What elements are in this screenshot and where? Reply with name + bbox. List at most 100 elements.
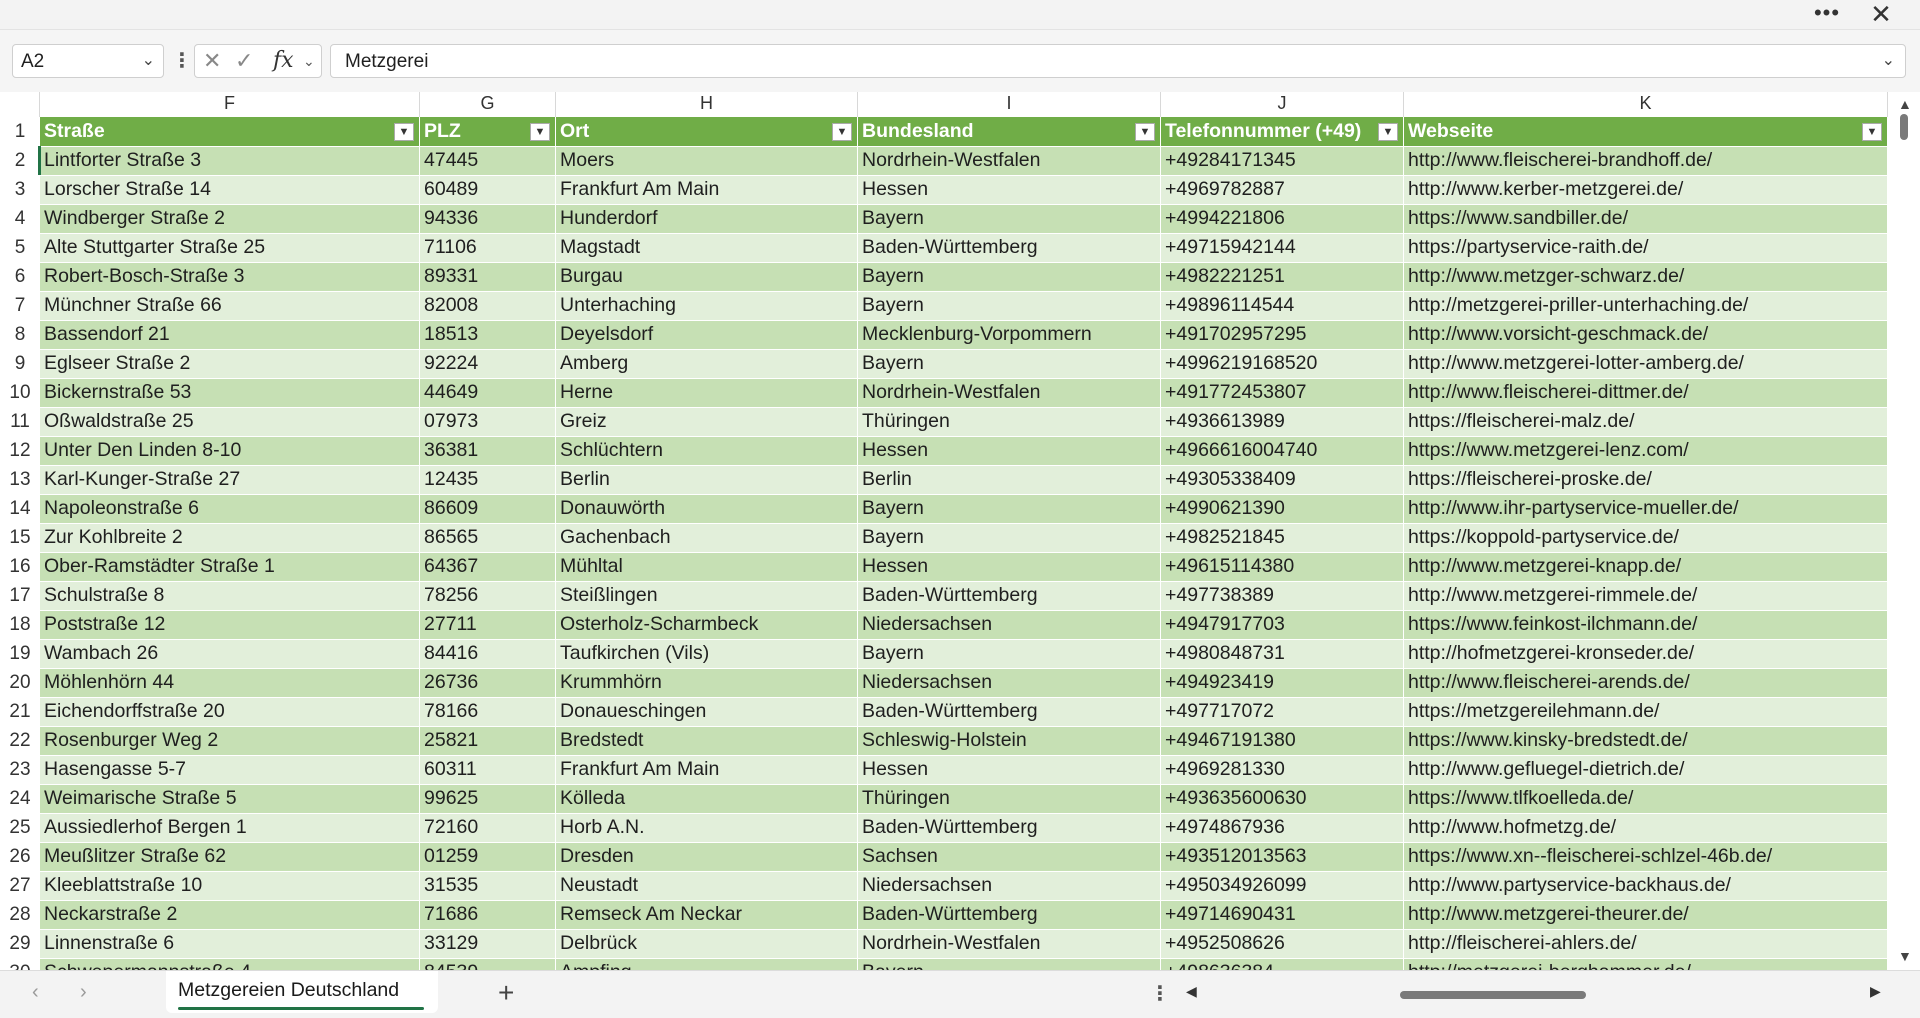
table-cell[interactable]: +4996219168520 <box>1161 349 1404 378</box>
table-cell[interactable]: Neustadt <box>556 871 858 900</box>
table-cell[interactable]: Alte Stuttgarter Straße 25 <box>40 233 420 262</box>
vertical-scroll-thumb[interactable] <box>1900 114 1908 140</box>
table-cell[interactable]: Osterholz-Scharmbeck <box>556 610 858 639</box>
row-header[interactable]: 1 <box>0 117 40 146</box>
table-cell[interactable]: Deyelsdorf <box>556 320 858 349</box>
table-cell[interactable]: Mecklenburg-Vorpommern <box>858 320 1161 349</box>
table-cell[interactable]: Schleswig-Holstein <box>858 726 1161 755</box>
vertical-scrollbar[interactable]: ▲ ▼ <box>1890 92 1920 970</box>
table-cell[interactable]: Moers <box>556 146 858 175</box>
table-cell[interactable]: Hessen <box>858 175 1161 204</box>
table-cell[interactable]: Poststraße 12 <box>40 610 420 639</box>
table-cell[interactable]: Bayern <box>858 262 1161 291</box>
table-cell[interactable]: 94336 <box>420 204 556 233</box>
column-header-f[interactable]: F <box>40 92 420 117</box>
table-cell[interactable]: 12435 <box>420 465 556 494</box>
table-cell[interactable]: Bayern <box>858 291 1161 320</box>
row-header[interactable]: 7 <box>0 291 40 320</box>
formula-input[interactable]: Metzgerei ⌄ <box>330 44 1906 78</box>
table-cell[interactable]: http://www.metzger-schwarz.de/ <box>1404 262 1888 291</box>
sheet-more-icon[interactable]: ⋮ <box>1150 981 1170 1006</box>
table-cell[interactable]: Lintforter Straße 3 <box>40 146 420 175</box>
table-cell[interactable]: https://www.sandbiller.de/ <box>1404 204 1888 233</box>
table-cell[interactable]: Neckarstraße 2 <box>40 900 420 929</box>
select-all-corner[interactable] <box>0 92 40 117</box>
row-header[interactable]: 11 <box>0 407 40 436</box>
table-cell[interactable]: Hessen <box>858 755 1161 784</box>
row-header[interactable]: 21 <box>0 697 40 726</box>
table-cell[interactable]: Napoleonstraße 6 <box>40 494 420 523</box>
table-cell[interactable]: +49284171345 <box>1161 146 1404 175</box>
table-header-cell[interactable]: PLZ ▼ <box>420 117 556 146</box>
table-cell[interactable]: +4990621390 <box>1161 494 1404 523</box>
table-cell[interactable]: https://koppold-partyservice.de/ <box>1404 523 1888 552</box>
table-cell[interactable]: +4952508626 <box>1161 929 1404 958</box>
column-header-j[interactable]: J <box>1161 92 1404 117</box>
row-header[interactable]: 4 <box>0 204 40 233</box>
table-cell[interactable]: Meußlitzer Straße 62 <box>40 842 420 871</box>
table-cell[interactable]: Niedersachsen <box>858 871 1161 900</box>
table-cell[interactable]: +493635600630 <box>1161 784 1404 813</box>
column-header-g[interactable]: G <box>420 92 556 117</box>
table-cell[interactable]: +495034926099 <box>1161 871 1404 900</box>
table-cell[interactable]: 47445 <box>420 146 556 175</box>
table-cell[interactable]: 64367 <box>420 552 556 581</box>
table-cell[interactable]: http://www.vorsicht-geschmack.de/ <box>1404 320 1888 349</box>
table-cell[interactable]: Nordrhein-Westfalen <box>858 378 1161 407</box>
table-cell[interactable]: Berlin <box>858 465 1161 494</box>
table-cell[interactable]: Baden-Württemberg <box>858 581 1161 610</box>
table-cell[interactable]: 84539 <box>420 958 556 970</box>
table-cell[interactable]: https://fleischerei-malz.de/ <box>1404 407 1888 436</box>
table-cell[interactable]: Magstadt <box>556 233 858 262</box>
table-cell[interactable]: +4980848731 <box>1161 639 1404 668</box>
table-cell[interactable]: Delbrück <box>556 929 858 958</box>
table-cell[interactable]: Dresden <box>556 842 858 871</box>
table-cell[interactable]: 86609 <box>420 494 556 523</box>
table-cell[interactable]: https://www.feinkost-ilchmann.de/ <box>1404 610 1888 639</box>
table-cell[interactable]: Linnenstraße 6 <box>40 929 420 958</box>
table-cell[interactable]: Wambach 26 <box>40 639 420 668</box>
table-cell[interactable]: Steißlingen <box>556 581 858 610</box>
table-cell[interactable]: http://metzgerei-berghammer.de/ <box>1404 958 1888 970</box>
table-cell[interactable]: +4982521845 <box>1161 523 1404 552</box>
horizontal-scroll-thumb[interactable] <box>1400 991 1586 999</box>
row-header[interactable]: 14 <box>0 494 40 523</box>
table-cell[interactable]: Bayern <box>858 494 1161 523</box>
table-cell[interactable]: +497738389 <box>1161 581 1404 610</box>
table-cell[interactable]: https://www.kinsky-bredstedt.de/ <box>1404 726 1888 755</box>
spreadsheet-grid[interactable]: F G H I J K 1 Straße ▼ PLZ ▼ Ort ▼ Bundesland ▼ Telefon… <box>0 92 1920 970</box>
table-cell[interactable]: Niedersachsen <box>858 668 1161 697</box>
table-cell[interactable]: +49896114544 <box>1161 291 1404 320</box>
table-cell[interactable]: Robert-Bosch-Straße 3 <box>40 262 420 291</box>
table-cell[interactable]: Kölleda <box>556 784 858 813</box>
table-cell[interactable]: +4936613989 <box>1161 407 1404 436</box>
table-cell[interactable]: Frankfurt Am Main <box>556 755 858 784</box>
table-cell[interactable]: 31535 <box>420 871 556 900</box>
table-cell[interactable]: 33129 <box>420 929 556 958</box>
table-cell[interactable]: +49467191380 <box>1161 726 1404 755</box>
table-cell[interactable]: http://www.ihr-partyservice-mueller.de/ <box>1404 494 1888 523</box>
row-header[interactable]: 30 <box>0 958 40 970</box>
table-cell[interactable]: 36381 <box>420 436 556 465</box>
row-header[interactable]: 15 <box>0 523 40 552</box>
table-cell[interactable]: Karl-Kunger-Straße 27 <box>40 465 420 494</box>
table-cell[interactable]: Baden-Württemberg <box>858 900 1161 929</box>
table-cell[interactable]: 25821 <box>420 726 556 755</box>
previous-sheet-icon[interactable]: ‹ <box>32 981 39 1004</box>
row-header[interactable]: 9 <box>0 349 40 378</box>
row-header[interactable]: 20 <box>0 668 40 697</box>
add-sheet-icon[interactable]: + <box>498 977 514 1009</box>
table-cell[interactable]: Mühltal <box>556 552 858 581</box>
row-header[interactable]: 16 <box>0 552 40 581</box>
cancel-icon[interactable]: ✕ <box>203 48 221 74</box>
filter-dropdown-icon[interactable]: ▼ <box>530 123 550 141</box>
table-cell[interactable]: +4994221806 <box>1161 204 1404 233</box>
column-header-i[interactable]: I <box>858 92 1161 117</box>
table-header-cell[interactable]: Bundesland ▼ <box>858 117 1161 146</box>
expand-formula-icon[interactable]: ⌄ <box>1882 50 1895 70</box>
table-cell[interactable]: Bredstedt <box>556 726 858 755</box>
row-header[interactable]: 2 <box>0 146 40 175</box>
table-cell[interactable]: Möhlenhörn 44 <box>40 668 420 697</box>
table-cell[interactable]: Berlin <box>556 465 858 494</box>
table-cell[interactable]: Rosenburger Weg 2 <box>40 726 420 755</box>
